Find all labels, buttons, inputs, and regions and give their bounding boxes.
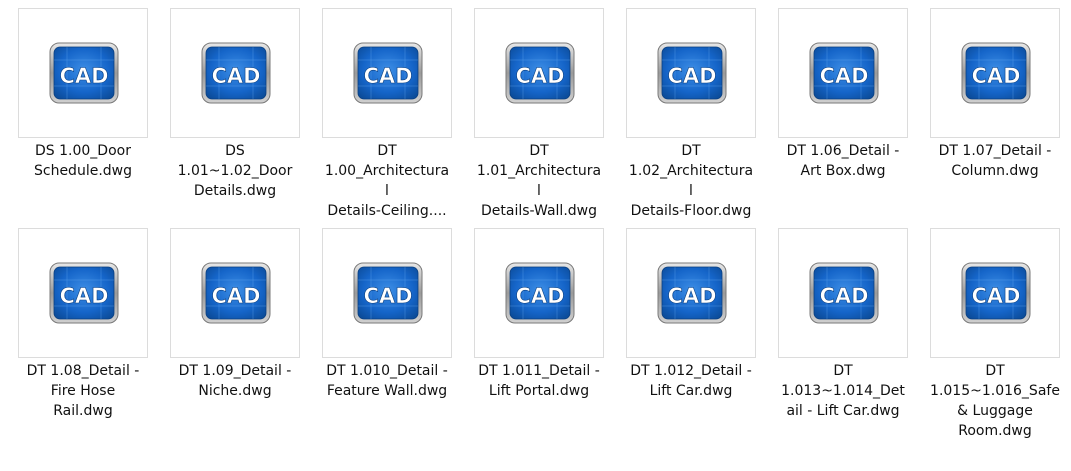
file-grid: CAD DS 1.00_Door Schedule.dwg CAD DS 1.01~1.0… (0, 0, 1071, 471)
cad-file-icon: CAD (49, 262, 119, 324)
file-thumbnail[interactable]: CAD (170, 8, 300, 138)
cad-file-icon: CAD (505, 262, 575, 324)
file-name-line: Lift Car.dwg (649, 383, 733, 399)
file-name-line: & Luggage (957, 403, 1033, 419)
file-name-line: l (537, 183, 541, 199)
file-thumbnail[interactable]: CAD (322, 8, 452, 138)
file-name-line: DS 1.00_Door (35, 143, 131, 159)
file-thumbnail[interactable]: CAD (474, 8, 604, 138)
file-name-line: DT 1.011_Detail - (478, 363, 600, 379)
cad-file-icon: CAD (353, 262, 423, 324)
cad-icon-text: CAD (819, 64, 868, 88)
file-name-line: 1.01~1.02_Door (177, 163, 293, 179)
file-name-line: Rail.dwg (53, 403, 113, 419)
file-name-line: Fire Hose (50, 383, 116, 399)
file-thumbnail[interactable]: CAD (778, 8, 908, 138)
file-name-line: 1.02_Architectura (628, 163, 754, 179)
file-name-line: DT 1.07_Detail - (938, 143, 1052, 159)
file-name-line: 1.00_Architectura (324, 163, 450, 179)
cad-icon-text: CAD (667, 284, 716, 308)
cad-file-icon: CAD (809, 42, 879, 104)
cad-file-icon: CAD (49, 42, 119, 104)
cad-file-icon: CAD (201, 262, 271, 324)
file-name: DT 1.07_Detail - Column.dwg (920, 141, 1070, 181)
file-name-line: DT (833, 363, 853, 379)
file-name-line: Room.dwg (958, 423, 1032, 439)
file-thumbnail[interactable]: CAD (930, 228, 1060, 358)
file-name: DT 1.011_Detail - Lift Portal.dwg (464, 361, 614, 401)
file-name-line: Details-Floor.dwg (630, 203, 752, 219)
cad-file-icon: CAD (809, 262, 879, 324)
file-thumbnail[interactable]: CAD (474, 228, 604, 358)
file-name-line: DT 1.06_Detail - (786, 143, 900, 159)
file-name-line: DT 1.010_Detail - (326, 363, 448, 379)
cad-icon-text: CAD (515, 284, 564, 308)
cad-icon-text: CAD (363, 64, 412, 88)
file-name: DS 1.00_Door Schedule.dwg (8, 141, 158, 181)
file-name: DT 1.08_Detail - Fire Hose Rail.dwg (8, 361, 158, 421)
file-name-line: Feature Wall.dwg (326, 383, 448, 399)
file-thumbnail[interactable]: CAD (18, 228, 148, 358)
file-name: DT 1.09_Detail - Niche.dwg (160, 361, 310, 401)
file-name-line: 1.015~1.016_Safe (930, 383, 1060, 399)
file-name: DT 1.01_Architectural Details-Wall.dwg (464, 141, 614, 221)
file-name-line: 1.01_Architectura (476, 163, 602, 179)
file-name-line: Details-Ceiling.... (327, 203, 447, 219)
file-name-line: Niche.dwg (198, 383, 272, 399)
file-thumbnail[interactable]: CAD (322, 228, 452, 358)
file-name-line: ail - Lift Car.dwg (786, 403, 900, 419)
file-name-line: DT (985, 363, 1005, 379)
file-name-line: DT 1.08_Detail - (26, 363, 140, 379)
cad-file-icon: CAD (961, 42, 1031, 104)
file-name-line: l (385, 183, 389, 199)
cad-icon-text: CAD (971, 64, 1020, 88)
file-thumbnail[interactable]: CAD (626, 8, 756, 138)
file-thumbnail[interactable]: CAD (930, 8, 1060, 138)
file-name-line: DT (529, 143, 549, 159)
file-name-line: Details.dwg (193, 183, 277, 199)
file-name-line: Details-Wall.dwg (481, 203, 597, 219)
file-name-line: DT (681, 143, 701, 159)
cad-file-icon: CAD (657, 42, 727, 104)
cad-icon-text: CAD (515, 64, 564, 88)
file-name-line: 1.013~1.014_Det (781, 383, 905, 399)
file-name-line: Schedule.dwg (33, 163, 132, 179)
file-name: DT 1.02_Architectural Details-Floor.dwg (616, 141, 766, 221)
cad-icon-text: CAD (59, 64, 108, 88)
cad-file-icon: CAD (505, 42, 575, 104)
file-thumbnail[interactable]: CAD (18, 8, 148, 138)
file-name-line: Art Box.dwg (800, 163, 886, 179)
file-name-line: Lift Portal.dwg (488, 383, 590, 399)
file-name: DT 1.010_Detail - Feature Wall.dwg (312, 361, 462, 401)
file-name-line: DT 1.09_Detail - (178, 363, 292, 379)
cad-icon-text: CAD (819, 284, 868, 308)
file-name-line: DT (377, 143, 397, 159)
file-name: DT 1.015~1.016_Safe & Luggage Room.dwg (920, 361, 1070, 441)
file-thumbnail[interactable]: CAD (170, 228, 300, 358)
cad-icon-text: CAD (211, 284, 260, 308)
file-name: DT 1.012_Detail - Lift Car.dwg (616, 361, 766, 401)
cad-icon-text: CAD (667, 64, 716, 88)
file-name: DT 1.013~1.014_Detail - Lift Car.dwg (768, 361, 918, 421)
cad-icon-text: CAD (59, 284, 108, 308)
cad-icon-text: CAD (211, 64, 260, 88)
file-thumbnail[interactable]: CAD (626, 228, 756, 358)
file-name: DT 1.00_Architectural Details-Ceiling.... (312, 141, 462, 221)
file-name-line: l (689, 183, 693, 199)
file-name-line: DT 1.012_Detail - (630, 363, 752, 379)
cad-icon-text: CAD (971, 284, 1020, 308)
file-name-line: DS (225, 143, 245, 159)
cad-file-icon: CAD (353, 42, 423, 104)
file-thumbnail[interactable]: CAD (778, 228, 908, 358)
cad-icon-text: CAD (363, 284, 412, 308)
cad-file-icon: CAD (657, 262, 727, 324)
file-name-line: Column.dwg (951, 163, 1039, 179)
file-name: DS 1.01~1.02_Door Details.dwg (160, 141, 310, 201)
file-name: DT 1.06_Detail - Art Box.dwg (768, 141, 918, 181)
cad-file-icon: CAD (201, 42, 271, 104)
cad-file-icon: CAD (961, 262, 1031, 324)
